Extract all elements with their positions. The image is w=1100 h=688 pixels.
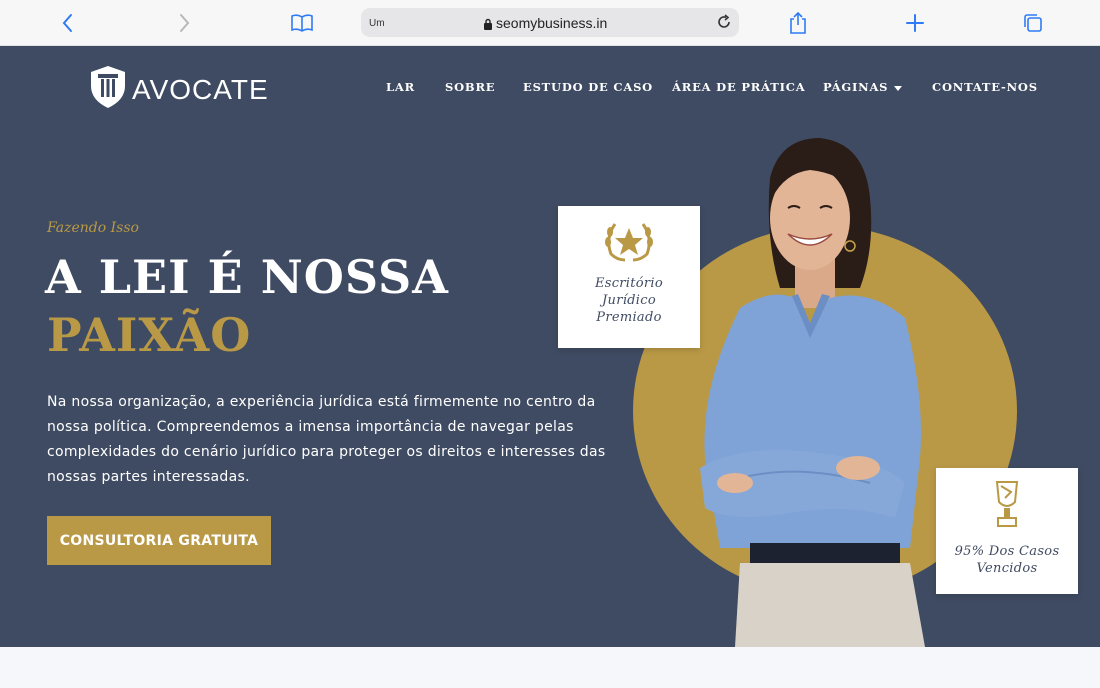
browser-toolbar: Um seomybusiness.in — [0, 0, 1100, 46]
cases-won-text: 95% Dos Casos Vencidos — [954, 544, 1060, 576]
book-icon[interactable] — [288, 9, 316, 37]
nav-item-home[interactable]: LAR — [386, 80, 415, 94]
trophy-icon — [991, 478, 1023, 537]
address-bar[interactable]: Um seomybusiness.in — [361, 8, 739, 37]
award-card-text: Escritório Jurídico Premiado — [594, 276, 664, 325]
nav-item-case-study[interactable]: ESTUDO DE CASO — [523, 80, 653, 94]
award-card: Escritório Jurídico Premiado — [558, 206, 700, 348]
nav-item-about[interactable]: SOBRE — [445, 80, 495, 94]
url-prefix: Um — [369, 18, 385, 29]
hero-title-line2: PAIXÃO — [47, 308, 252, 362]
hero-title-line1: A LEI É NOSSA — [45, 250, 449, 304]
nav-item-practice-area[interactable]: ÁREA DE PRÁTICA — [672, 80, 805, 94]
reload-icon[interactable] — [715, 13, 733, 36]
nav-item-pages[interactable]: PÁGINAS — [823, 80, 903, 94]
chevron-left-icon[interactable] — [54, 9, 82, 37]
free-consultation-button[interactable]: CONSULTORIA GRATUITA — [47, 516, 271, 565]
url-text: seomybusiness.in — [496, 15, 608, 31]
next-section — [0, 647, 1100, 688]
hero-person-image — [700, 138, 925, 647]
chevron-right-icon[interactable] — [170, 9, 198, 37]
cases-won-card: 95% Dos Casos Vencidos — [936, 468, 1078, 594]
laurel-star-icon — [601, 218, 657, 269]
caret-down-icon — [894, 85, 903, 91]
main-nav: LAR SOBRE ESTUDO DE CASO ÁREA DE PRÁTICA… — [0, 80, 1100, 100]
nav-item-pages-label: PÁGINAS — [823, 80, 889, 94]
tabs-icon[interactable] — [1019, 9, 1047, 37]
hero-eyebrow: Fazendo Isso — [47, 220, 139, 236]
nav-item-contact[interactable]: CONTATE-NOS — [932, 80, 1038, 94]
share-icon[interactable] — [784, 9, 812, 37]
hero-description: Na nossa organização, a experiência jurí… — [47, 394, 606, 485]
lock-icon — [483, 17, 493, 35]
plus-icon[interactable] — [901, 9, 929, 37]
hero-section: AVOCATE LAR SOBRE ESTUDO DE CASO ÁREA DE… — [0, 46, 1100, 647]
